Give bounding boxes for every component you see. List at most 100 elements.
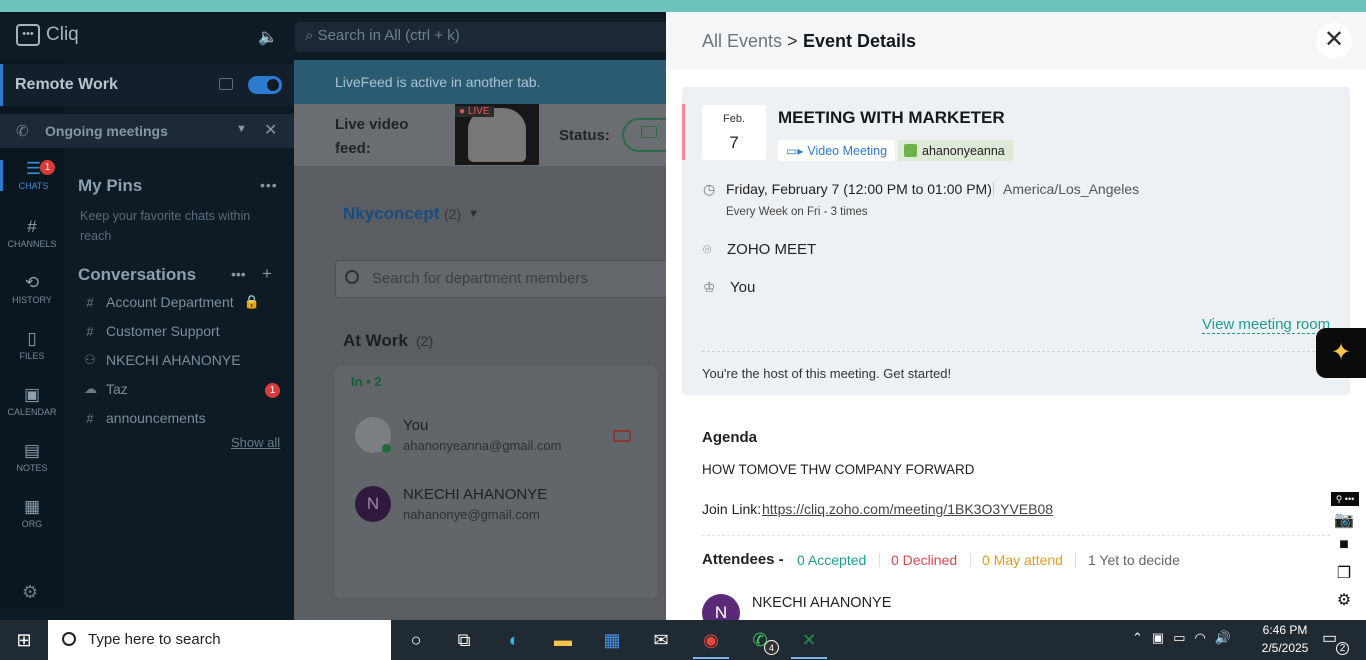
hash-icon: # (86, 294, 94, 310)
breadcrumb-all-events[interactable]: All Events (702, 31, 782, 52)
chevron-down-icon[interactable]: ▼ (468, 208, 479, 220)
calendar-owner-tag: ahanonyeanna (898, 140, 1013, 161)
whatsapp-badge: 4 (764, 640, 779, 655)
show-all-link[interactable]: Show all (231, 435, 280, 450)
camera-icon[interactable]: 📷 (1333, 510, 1355, 529)
rail-notes[interactable]: ▤ NOTES (0, 441, 64, 474)
edge-icon[interactable]: ◐ (500, 626, 528, 654)
event-host: You (730, 279, 756, 296)
clock-time[interactable]: 6:46 PM (1258, 623, 1312, 637)
member-search-input[interactable]: Search for department members (335, 260, 675, 298)
hash-icon: # (27, 217, 37, 236)
video-camera-icon[interactable] (613, 430, 631, 442)
event-accent-bar (682, 104, 685, 160)
ai-sparkle-button[interactable]: ✦ (1316, 328, 1366, 378)
event-date-box: Feb. 7 (702, 105, 766, 160)
ongoing-meetings-label: Ongoing meetings (45, 123, 168, 139)
close-panel-button[interactable]: ✕ (1316, 23, 1352, 59)
member-row[interactable]: You ahanonyeanna@gmail.com (355, 417, 561, 453)
join-link[interactable]: https://cliq.zoho.com/meeting/1BK3O3YVEB… (762, 501, 1053, 517)
workspace-name: Remote Work (15, 76, 118, 93)
monitor-icon (641, 126, 657, 138)
chevron-down-icon[interactable]: ▼ (236, 123, 247, 135)
app-name: Cliq (46, 24, 79, 45)
workspace-toggle[interactable] (248, 76, 282, 94)
active-app-indicator (791, 657, 827, 659)
status-label: Status: (559, 127, 610, 144)
video-meeting-tag[interactable]: ▭▸ Video Meeting (778, 140, 896, 161)
store-icon[interactable]: ▦ (598, 626, 626, 654)
video-record-icon[interactable]: ■ (1333, 536, 1355, 554)
department-name[interactable]: Nkyconcept (343, 204, 439, 224)
taskbar-search-input[interactable]: Type here to search (48, 620, 391, 660)
pin-icon[interactable]: ⚲ ••• (1331, 492, 1359, 506)
yet-to-decide-count[interactable]: 1 Yet to decide (1088, 552, 1180, 568)
clock-date[interactable]: 2/5/2025 (1256, 641, 1314, 655)
file-explorer-icon[interactable]: ▬ (549, 626, 577, 654)
more-icon[interactable]: ••• (260, 177, 278, 193)
video-camera-icon: ▭▸ (786, 143, 804, 158)
livefeed-notice: LiveFeed is active in another tab. (294, 60, 674, 104)
may-attend-count[interactable]: 0 May attend (982, 552, 1063, 568)
window-icon[interactable]: ❐ (1333, 563, 1355, 582)
event-day: 7 (729, 133, 739, 152)
conversation-item[interactable]: # Account Department 🔒 (84, 294, 259, 310)
accepted-count[interactable]: 0 Accepted (797, 552, 866, 568)
battery-icon[interactable]: ▭ (1173, 630, 1185, 646)
chrome-icon[interactable]: ◉ (697, 626, 725, 654)
volume-icon[interactable]: 🔊 (1215, 630, 1231, 646)
divider (879, 553, 880, 567)
event-month: Feb. (722, 113, 745, 125)
clock-icon: ◷ (703, 181, 716, 197)
wifi-icon[interactable]: ◠ (1195, 630, 1206, 646)
divider (1075, 553, 1076, 567)
rail-history[interactable]: ⟲ HISTORY (0, 273, 64, 306)
conversation-item[interactable]: # announcements (84, 410, 205, 426)
conversation-item[interactable]: ☁ Taz (84, 381, 128, 397)
member-row[interactable]: N NKECHI AHANONYE nahanonye@gmail.com (355, 486, 547, 522)
rail-org[interactable]: ▦ ORG (0, 498, 64, 530)
app-logo[interactable]: ••• Cliq (16, 24, 79, 46)
agenda-text: HOW TOMOVE THW COMPANY FORWARD (702, 462, 975, 477)
live-video-label: Live video feed: (335, 116, 409, 157)
calendar-icon: ▣ (23, 385, 41, 404)
gear-icon[interactable]: ⚙ (1333, 590, 1355, 609)
hash-icon: # (86, 410, 94, 426)
speaker-icon[interactable]: 🔈 (258, 27, 278, 47)
cortana-icon[interactable]: ○ (402, 626, 430, 654)
security-icon[interactable]: ▣ (1152, 630, 1164, 646)
task-view-icon[interactable]: ⧉ (450, 626, 478, 654)
conversation-item[interactable]: # Customer Support (84, 323, 219, 339)
history-icon: ⟲ (24, 273, 40, 292)
notification-icon[interactable]: ▭ (1322, 628, 1337, 648)
more-icon[interactable]: ••• (231, 266, 246, 282)
monitor-icon[interactable] (219, 78, 233, 90)
windows-start-icon[interactable]: ⊞ (0, 620, 48, 660)
settings-gear-icon[interactable]: ⚙ (22, 582, 38, 603)
divider (993, 182, 994, 196)
member-email: ahanonyeanna@gmail.com (403, 438, 562, 453)
rail-files[interactable]: ▯ FILES (0, 330, 64, 362)
rail-calendar[interactable]: ▣ CALENDAR (0, 385, 64, 418)
add-icon[interactable]: + (262, 264, 272, 284)
member-name: You (403, 417, 429, 434)
notes-icon: ▤ (23, 441, 41, 460)
chevron-up-icon[interactable]: ⌃ (1132, 630, 1143, 646)
unread-badge: 1 (265, 383, 280, 398)
bot-icon: ⚇ (84, 352, 96, 367)
event-location: ZOHO MEET (727, 241, 817, 258)
declined-count[interactable]: 0 Declined (891, 552, 957, 568)
rail-channels[interactable]: # CHANNELS (0, 217, 64, 250)
divider (970, 553, 971, 567)
search-icon (62, 632, 76, 646)
member-email: nahanonye@gmail.com (403, 507, 540, 522)
mail-icon[interactable]: ✉ (647, 626, 675, 654)
hash-icon: # (86, 323, 94, 339)
conversation-item[interactable]: ⚇ NKECHI AHANONYE (84, 352, 240, 368)
close-icon[interactable]: ✕ (264, 120, 277, 140)
global-search-input[interactable]: ⌕ Search in All (ctrl + k) (295, 22, 675, 52)
view-meeting-room-link[interactable]: View meeting room (1202, 316, 1331, 334)
event-time: Friday, February 7 (12:00 PM to 01:00 PM… (726, 181, 992, 197)
excel-icon[interactable]: ✕ (795, 626, 823, 654)
breadcrumb-separator: > (787, 31, 798, 51)
